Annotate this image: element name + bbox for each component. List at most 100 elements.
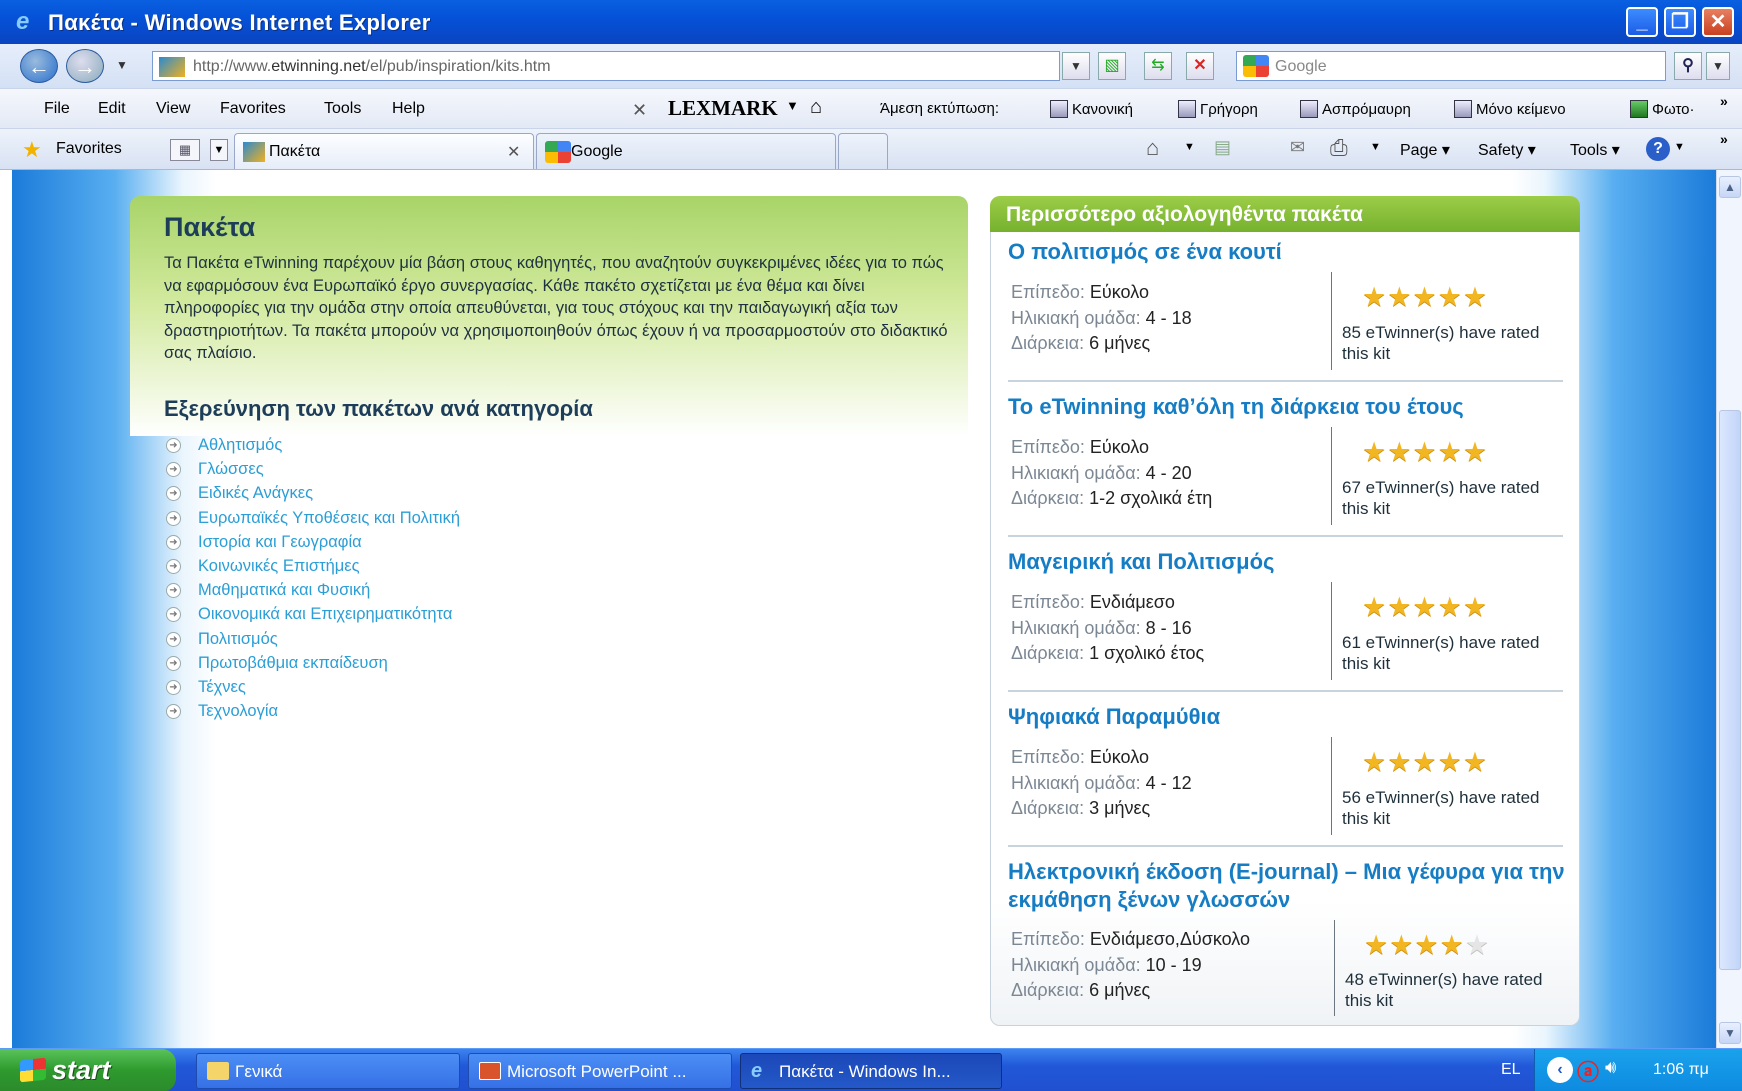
print-fast-button[interactable]: Γρήγορη — [1178, 100, 1258, 118]
antivirus-icon[interactable]: ⓐ — [1577, 1055, 1599, 1087]
arrow-bullet-icon: ➜ — [166, 534, 181, 550]
forward-button[interactable]: → — [66, 49, 104, 83]
rating-count: 61 eTwinner(s) have rated this kit — [1342, 633, 1540, 673]
search-input[interactable]: Google — [1236, 51, 1666, 81]
rating-count: 48 eTwinner(s) have rated this kit — [1345, 970, 1543, 1010]
address-dropdown-icon[interactable]: ▼ — [1062, 52, 1090, 80]
tab-pakets[interactable]: Πακέτα ✕ — [234, 133, 534, 169]
kit-divider — [1331, 582, 1332, 680]
history-dropdown-icon[interactable]: ▼ — [116, 58, 128, 72]
arrow-bullet-icon: ➜ — [166, 510, 181, 526]
menu-edit[interactable]: Edit — [98, 100, 126, 118]
new-tab-button[interactable] — [838, 133, 888, 169]
toolbar-overflow-icon[interactable]: » — [1720, 93, 1728, 109]
kit-separator — [1008, 535, 1563, 537]
favorites-star-icon[interactable]: ★ — [22, 137, 42, 163]
minimize-button[interactable]: _ — [1626, 7, 1658, 37]
print-label: Άμεση εκτύπωση: — [880, 100, 1000, 117]
menu-favorites[interactable]: Favorites — [220, 100, 286, 118]
menu-view[interactable]: View — [156, 100, 190, 118]
intro-text: Τα Πακέτα eTwinning παρέχουν μία βάση στ… — [164, 254, 948, 362]
kit-title-link[interactable]: Ψηφιακά Παραμύθια — [1008, 703, 1568, 731]
windows-flag-icon — [20, 1057, 46, 1083]
task-folder[interactable]: Γενικά — [196, 1053, 460, 1089]
kit-title-link[interactable]: Ο πολιτισμός σε ένα κουτί — [1008, 238, 1568, 266]
favorites-button[interactable]: Favorites — [56, 140, 122, 158]
help-dropdown-icon[interactable]: ▼ — [1674, 141, 1685, 153]
tools-menu[interactable]: Tools ▾ — [1570, 140, 1620, 160]
safety-menu[interactable]: Safety ▾ — [1478, 140, 1536, 160]
task-ie[interactable]: e Πακέτα - Windows In... — [740, 1053, 1002, 1089]
refresh-icon[interactable]: ⇆ — [1144, 52, 1172, 80]
google-icon — [545, 141, 571, 163]
print-normal-button[interactable]: Κανονική — [1050, 100, 1133, 118]
scroll-down-icon[interactable]: ▼ — [1719, 1022, 1741, 1044]
stop-icon[interactable]: ✕ — [1186, 52, 1214, 80]
menu-tools[interactable]: Tools — [324, 100, 361, 118]
kit-divider — [1334, 920, 1335, 1016]
category-link[interactable]: ➜ Τεχνολογία — [166, 702, 460, 726]
quick-tabs-icon[interactable]: ▦ — [170, 139, 200, 161]
search-options-icon[interactable]: ▼ — [1706, 52, 1730, 80]
category-link[interactable]: ➜ Πρωτοβάθμια εκπαίδευση — [166, 654, 460, 678]
address-row: ← → ▼ http://www.etwinning.net/el/pub/in… — [0, 44, 1742, 88]
category-link[interactable]: ➜ Οικονομικά και Επιχειρηματικότητα — [166, 605, 460, 629]
back-button[interactable]: ← — [20, 49, 58, 83]
category-link[interactable]: ➜ Γλώσσες — [166, 460, 460, 484]
scroll-up-icon[interactable]: ▲ — [1719, 176, 1741, 198]
commandbar-overflow-icon[interactable]: » — [1720, 131, 1728, 147]
kit-title-link[interactable]: Το eTwinning καθ’όλη τη διάρκεια του έτο… — [1008, 393, 1568, 421]
volume-icon[interactable]: 🔊︎ — [1605, 1057, 1616, 1078]
category-link[interactable]: ➜ Ιστορία και Γεωγραφία — [166, 533, 460, 557]
kit-separator — [1008, 380, 1563, 382]
category-link[interactable]: ➜ Ειδικές Ανάγκες — [166, 484, 460, 508]
category-link[interactable]: ➜ Αθλητισμός — [166, 436, 460, 460]
kit-separator — [1008, 690, 1563, 692]
kit-title-link[interactable]: Μαγειρική και Πολιτισμός — [1008, 548, 1568, 576]
tab-google[interactable]: Google — [536, 133, 836, 169]
print-fast-icon — [1178, 100, 1196, 118]
print-photo-button[interactable]: Φωτο· — [1630, 100, 1695, 118]
language-indicator[interactable]: EL — [1501, 1061, 1521, 1079]
search-icon[interactable]: ⚲ — [1674, 52, 1702, 80]
mail-icon[interactable]: ✉ — [1290, 137, 1305, 158]
site-favicon-icon — [243, 142, 265, 162]
lexmark-home-icon[interactable]: ⌂ — [810, 96, 822, 119]
toolbar-close-icon[interactable]: ✕ — [632, 100, 647, 121]
home-icon[interactable]: ⌂ — [1146, 135, 1159, 161]
rating-count: 67 eTwinner(s) have rated this kit — [1342, 478, 1540, 518]
tab-list-icon[interactable]: ▼ — [210, 139, 228, 161]
category-link[interactable]: ➜ Μαθηματικά και Φυσική — [166, 581, 460, 605]
help-icon[interactable]: ? — [1646, 137, 1670, 161]
scroll-thumb[interactable] — [1719, 410, 1741, 970]
lexmark-dropdown-icon[interactable]: ▼ — [786, 98, 799, 113]
category-link[interactable]: ➜ Ευρωπαϊκές Υποθέσεις και Πολιτική — [166, 509, 460, 533]
vertical-scrollbar[interactable]: ▲ ▼ — [1716, 170, 1742, 1048]
tab-close-icon[interactable]: ✕ — [507, 142, 520, 162]
category-link[interactable]: ➜ Τέχνες — [166, 678, 460, 702]
compat-view-icon[interactable]: ▧ — [1098, 52, 1126, 80]
arrow-bullet-icon: ➜ — [166, 583, 181, 599]
arrow-bullet-icon: ➜ — [166, 486, 181, 502]
address-input[interactable]: http://www.etwinning.net/el/pub/inspirat… — [152, 51, 1060, 81]
kit-info: Επίπεδο: Ενδιάμεσο Ηλικιακή ομάδα: 8 - 1… — [1011, 592, 1205, 663]
kit-title-link[interactable]: Ηλεκτρονική έκδοση (E-journal) – Μια γέφ… — [1008, 858, 1568, 914]
arrow-bullet-icon: ➜ — [166, 607, 181, 623]
category-link[interactable]: ➜ Κοινωνικές Επιστήμες — [166, 557, 460, 581]
print-text-button[interactable]: Μόνο κείμενο — [1454, 100, 1566, 118]
print-dropdown-icon[interactable]: ▼ — [1370, 141, 1381, 153]
start-button[interactable]: start — [0, 1049, 176, 1091]
tray-expand-icon[interactable]: ‹ — [1547, 1057, 1573, 1083]
home-dropdown-icon[interactable]: ▼ — [1184, 141, 1195, 153]
menu-help[interactable]: Help — [392, 100, 425, 118]
page-menu[interactable]: Page ▾ — [1400, 140, 1450, 160]
feeds-icon[interactable]: ▤ — [1214, 137, 1231, 158]
maximize-button[interactable]: ❐ — [1664, 7, 1696, 37]
category-link[interactable]: ➜ Πολιτισμός — [166, 630, 460, 654]
print-bw-button[interactable]: Ασπρόμαυρη — [1300, 100, 1411, 118]
close-button[interactable]: ✕ — [1702, 7, 1734, 37]
print-icon[interactable]: ⎙ — [1330, 135, 1348, 161]
menu-file[interactable]: File — [44, 100, 70, 118]
task-powerpoint[interactable]: Microsoft PowerPoint ... — [468, 1053, 732, 1089]
google-icon — [1243, 55, 1269, 77]
